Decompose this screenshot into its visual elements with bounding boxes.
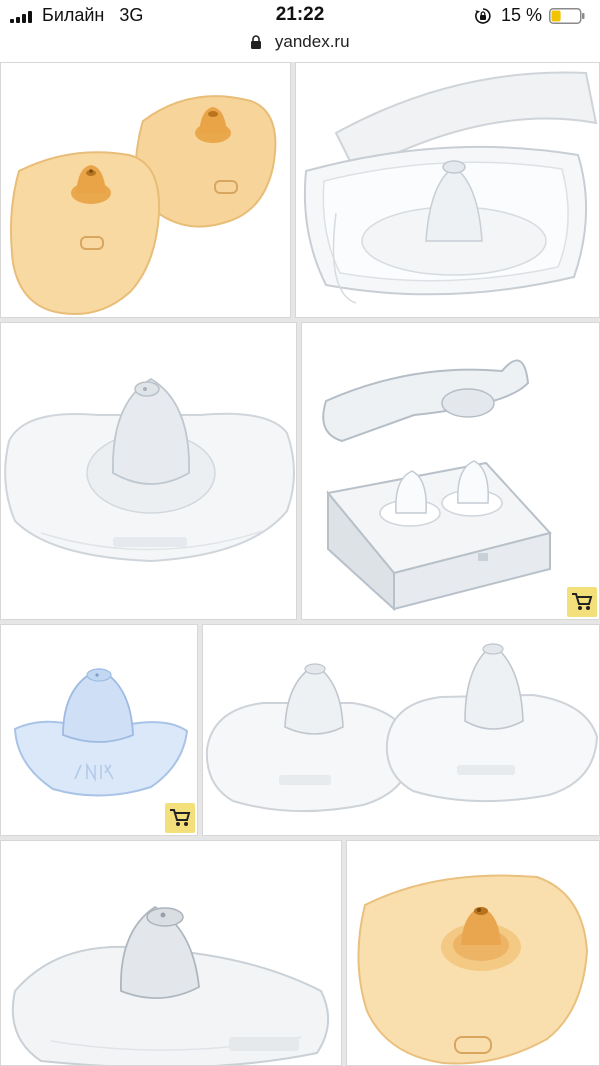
chicco-nipple-shields-pair-icon bbox=[10, 95, 277, 315]
image-result[interactable] bbox=[0, 624, 198, 836]
image-result[interactable] bbox=[301, 322, 600, 620]
chicco-nipple-shield-icon bbox=[357, 874, 589, 1065]
image-result[interactable] bbox=[0, 840, 342, 1066]
image-results-grid bbox=[0, 62, 600, 1066]
shopping-cart-icon bbox=[170, 809, 191, 826]
lock-icon bbox=[251, 35, 262, 49]
medela-nipple-shields-pair-icon bbox=[205, 643, 599, 813]
address-bar[interactable]: yandex.ru bbox=[0, 30, 600, 58]
image-result[interactable] bbox=[0, 322, 297, 620]
shopping-cart-icon bbox=[572, 593, 593, 610]
image-result[interactable] bbox=[202, 624, 600, 836]
cart-badge[interactable] bbox=[165, 803, 195, 833]
avent-nipple-shield-icon bbox=[11, 905, 330, 1065]
image-result[interactable] bbox=[346, 840, 600, 1066]
url-text: yandex.ru bbox=[274, 32, 350, 51]
status-bar: Билайн 3G 21:22 15 % bbox=[0, 0, 600, 32]
rotation-lock-icon bbox=[475, 8, 491, 24]
medela-nipple-shield-icon bbox=[4, 377, 295, 563]
image-result[interactable] bbox=[295, 62, 600, 318]
image-result[interactable] bbox=[0, 62, 291, 318]
cart-badge[interactable] bbox=[567, 587, 597, 617]
nipple-shields-in-open-case-icon bbox=[322, 359, 552, 612]
battery-icon bbox=[549, 8, 585, 24]
battery-percentage: 15 % bbox=[501, 5, 543, 25]
clear-nipple-shield-in-case-icon bbox=[303, 71, 598, 304]
